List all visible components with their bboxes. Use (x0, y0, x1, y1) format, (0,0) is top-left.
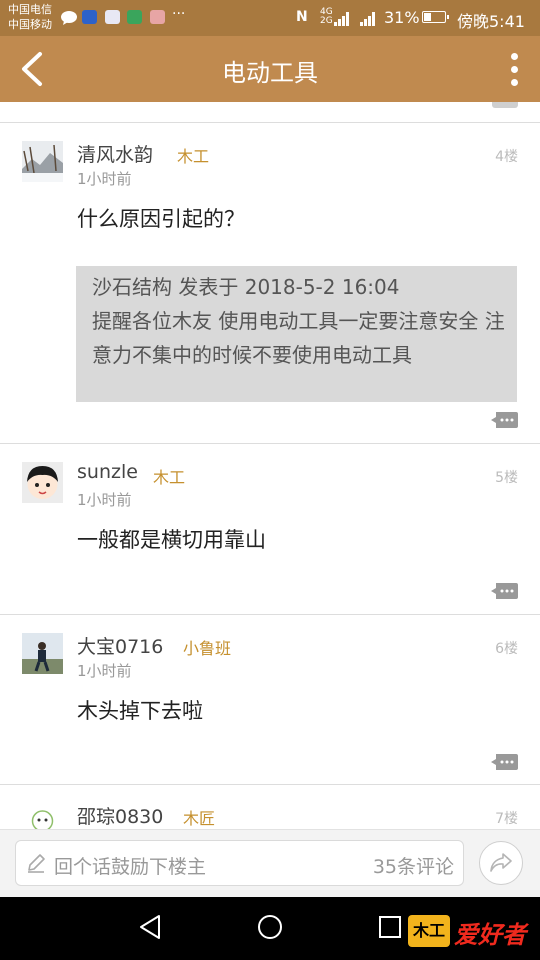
user-badge: 木工 (177, 147, 210, 166)
comment-text: 什么原因引起的？ (77, 207, 245, 231)
pencil-icon (28, 854, 45, 873)
comment-count[interactable]: 35条评论 (373, 852, 454, 879)
nav-home-icon[interactable] (255, 912, 285, 942)
nfc-icon: N (296, 9, 308, 25)
battery-percent: 31% (384, 8, 420, 27)
comment-time: 1小时前 (77, 170, 132, 188)
app-badge-icon (105, 10, 120, 24)
avatar[interactable] (22, 462, 63, 503)
user-badge: 小鲁班 (183, 639, 232, 658)
brand-watermark: 木工 爱好者 (408, 911, 532, 951)
status-bar: 中国电信 中国移动 ··· N 4G 2G 31% 傍晚5:41 (0, 0, 540, 36)
more-notifications-icon: ··· (172, 6, 186, 22)
app-badge-icon (82, 10, 97, 24)
carrier-2: 中国移动 (8, 18, 52, 31)
comment-list[interactable]: 清风水韵 木工 1小时前 4楼 什么原因引起的？ 沙石结构 发表于 2018-5… (0, 102, 540, 829)
reply-icon[interactable] (490, 753, 518, 771)
comment-input-placeholder: 回个话鼓励下楼主 (54, 856, 207, 878)
battery-icon (422, 11, 449, 23)
quote-body: 提醒各位木友 使用电动工具一定要注意安全 注意力不集中的时候不要使用电动工具 (92, 309, 505, 367)
reply-icon[interactable] (492, 102, 518, 108)
reply-icon[interactable] (490, 411, 518, 429)
app-badge-icon (127, 10, 142, 24)
comment-item: 邵琮0830 木匠 7楼 (0, 785, 540, 829)
quote-header: 沙石结构 发表于 2018-5-2 16:04 (92, 275, 400, 299)
avatar[interactable] (22, 633, 63, 674)
floor-number: 7楼 (495, 811, 518, 827)
nav-recents-icon[interactable] (375, 912, 405, 942)
signal-icon (334, 10, 354, 26)
share-icon (490, 853, 512, 872)
carrier-1: 中国电信 (8, 3, 52, 16)
status-time: 傍晚5:41 (457, 12, 525, 31)
app-badge-icon (150, 10, 165, 24)
comment-time: 1小时前 (77, 662, 132, 680)
app-bar: 电动工具 (0, 36, 540, 102)
signal-icon (360, 10, 380, 26)
avatar[interactable] (22, 141, 63, 182)
author-name[interactable]: 大宝0716 (77, 632, 163, 659)
reply-icon[interactable] (490, 582, 518, 600)
comment-input-bar: 回个话鼓励下楼主 35条评论 (0, 829, 540, 898)
quoted-post: 沙石结构 发表于 2018-5-2 16:04 提醒各位木友 使用电动工具一定要… (76, 266, 517, 402)
page-title: 电动工具 (222, 59, 318, 87)
network-type-bottom: 2G (320, 16, 333, 26)
chat-bubble-icon (61, 11, 77, 25)
comment-text: 一般都是横切用靠山 (77, 528, 266, 552)
comment-item: 大宝0716 小鲁班 1小时前 6楼 木头掉下去啦 (0, 615, 540, 785)
author-name[interactable]: 清风水韵 (77, 140, 153, 167)
system-nav-bar: 木工 爱好者 (0, 897, 540, 960)
user-badge: 木匠 (183, 809, 216, 828)
comment-item: 清风水韵 木工 1小时前 4楼 什么原因引起的？ 沙石结构 发表于 2018-5… (0, 123, 540, 444)
author-name[interactable]: 邵琮0830 (77, 802, 163, 829)
floor-number: 5楼 (495, 470, 518, 486)
avatar[interactable] (22, 803, 63, 829)
comment-item: sunzle 木工 1小时前 5楼 一般都是横切用靠山 (0, 444, 540, 615)
comment-time: 1小时前 (77, 491, 132, 509)
share-button[interactable] (479, 841, 523, 885)
author-name[interactable]: sunzle (77, 461, 138, 483)
user-badge: 木工 (153, 468, 186, 487)
comment-input[interactable]: 回个话鼓励下楼主 35条评论 (15, 840, 464, 886)
battery-fill (424, 13, 431, 21)
brand-logo: 木工 (408, 915, 450, 947)
comment-text: 木头掉下去啦 (77, 699, 203, 723)
floor-number: 6楼 (495, 641, 518, 657)
brand-text: 爱好者 (454, 921, 526, 949)
floor-number: 4楼 (495, 149, 518, 165)
nav-back-icon[interactable] (135, 912, 165, 942)
previous-comment-tail (0, 102, 540, 123)
more-options-icon[interactable] (506, 50, 522, 88)
network-type-icon: 4G 2G (320, 8, 333, 26)
